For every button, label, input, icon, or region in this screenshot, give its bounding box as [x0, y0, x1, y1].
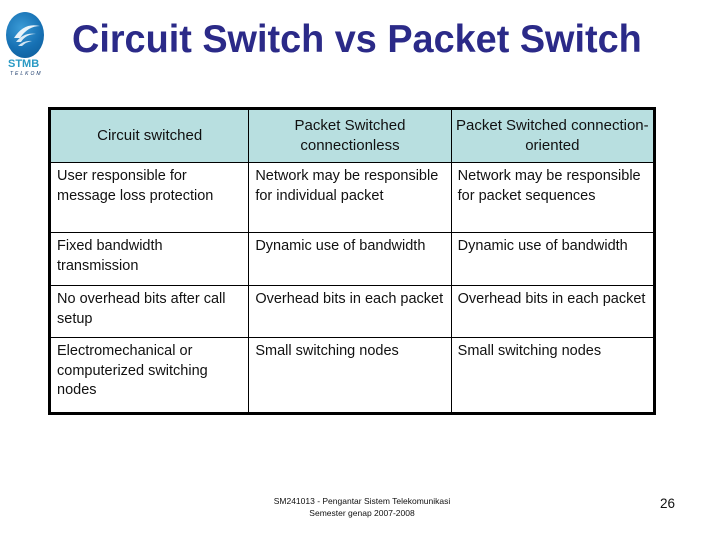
- table-row: User responsible for message loss protec…: [48, 162, 656, 233]
- logo-subtext: TELKOM: [10, 71, 43, 77]
- logo-text: STMB: [8, 58, 40, 70]
- table-cell: Dynamic use of bandwidth: [450, 232, 656, 286]
- footer-course: SM241013 - Pengantar Sistem Telekomunika…: [273, 496, 451, 506]
- table-cell: Small switching nodes: [248, 337, 452, 414]
- table-cell: Overhead bits in each packet: [450, 285, 656, 338]
- table-header-row: Circuit switched Packet Switched connect…: [48, 108, 656, 163]
- stmb-telkom-logo: STMB TELKOM: [4, 12, 62, 78]
- header-packet-connectionless: Packet Switched connectionless: [248, 108, 452, 163]
- stmb-telkom-logo-icon: [6, 12, 44, 58]
- table-cell: No overhead bits after call setup: [48, 285, 250, 338]
- table-cell: Electromechanical or computerized switch…: [48, 337, 250, 414]
- table-cell: Fixed bandwidth transmission: [48, 232, 250, 286]
- table-cell: Small switching nodes: [450, 337, 656, 414]
- slide-footer: SM241013 - Pengantar Sistem Telekomunika…: [252, 495, 472, 519]
- table-cell: Network may be responsible for individua…: [248, 162, 452, 233]
- table-cell: User responsible for message loss protec…: [48, 162, 250, 233]
- table-cell: Dynamic use of bandwidth: [248, 232, 452, 286]
- table-cell: Network may be responsible for packet se…: [450, 162, 656, 233]
- slide-title: Circuit Switch vs Packet Switch: [72, 18, 642, 61]
- header-packet-connection-oriented: Packet Switched connection-oriented: [450, 108, 656, 163]
- table-row: Fixed bandwidth transmission Dynamic use…: [48, 232, 656, 286]
- table-cell: Overhead bits in each packet: [248, 285, 452, 338]
- page-number: 26: [660, 496, 676, 511]
- footer-semester: Semester genap 2007-2008: [309, 508, 415, 518]
- header-circuit-switched: Circuit switched: [48, 108, 250, 163]
- table-row: No overhead bits after call setup Overhe…: [48, 285, 656, 338]
- table-row: Electromechanical or computerized switch…: [48, 337, 656, 414]
- comparison-table: Circuit switched Packet Switched connect…: [48, 107, 656, 415]
